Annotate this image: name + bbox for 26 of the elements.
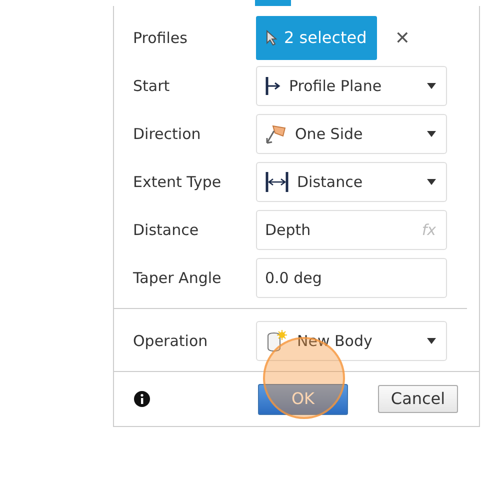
dropdown[interactable]: One Side xyxy=(256,114,447,154)
field-label: Extent Type xyxy=(132,172,222,193)
caret-icon xyxy=(427,338,436,344)
field-label: Taper Angle xyxy=(132,268,222,289)
plane-start-icon xyxy=(265,76,281,96)
new-body-icon xyxy=(265,330,289,352)
caret-icon xyxy=(427,179,436,185)
active-tab-indicator xyxy=(255,0,291,6)
dropdown[interactable]: Distance xyxy=(256,162,447,202)
dimension-icon xyxy=(265,171,289,193)
flag-arrow-icon xyxy=(265,123,287,145)
input-field[interactable]: 0.0 deg xyxy=(256,258,447,298)
dropdown[interactable]: Profile Plane xyxy=(256,66,447,106)
cursor-icon xyxy=(266,30,278,46)
field-label: Distance xyxy=(132,220,200,241)
field-label: Profiles xyxy=(132,28,188,49)
input-field[interactable]: Depth fx xyxy=(256,210,447,250)
info-icon[interactable] xyxy=(134,391,150,407)
dropdown[interactable]: New Body xyxy=(256,321,447,361)
caret-icon xyxy=(427,83,436,89)
cancel-button[interactable]: Cancel xyxy=(378,385,458,413)
clear-button[interactable]: ✕ xyxy=(394,24,410,52)
field-label: Direction xyxy=(132,124,202,145)
caret-icon xyxy=(427,131,436,137)
field-label: Operation xyxy=(132,330,209,352)
field-label: Start xyxy=(132,76,171,97)
